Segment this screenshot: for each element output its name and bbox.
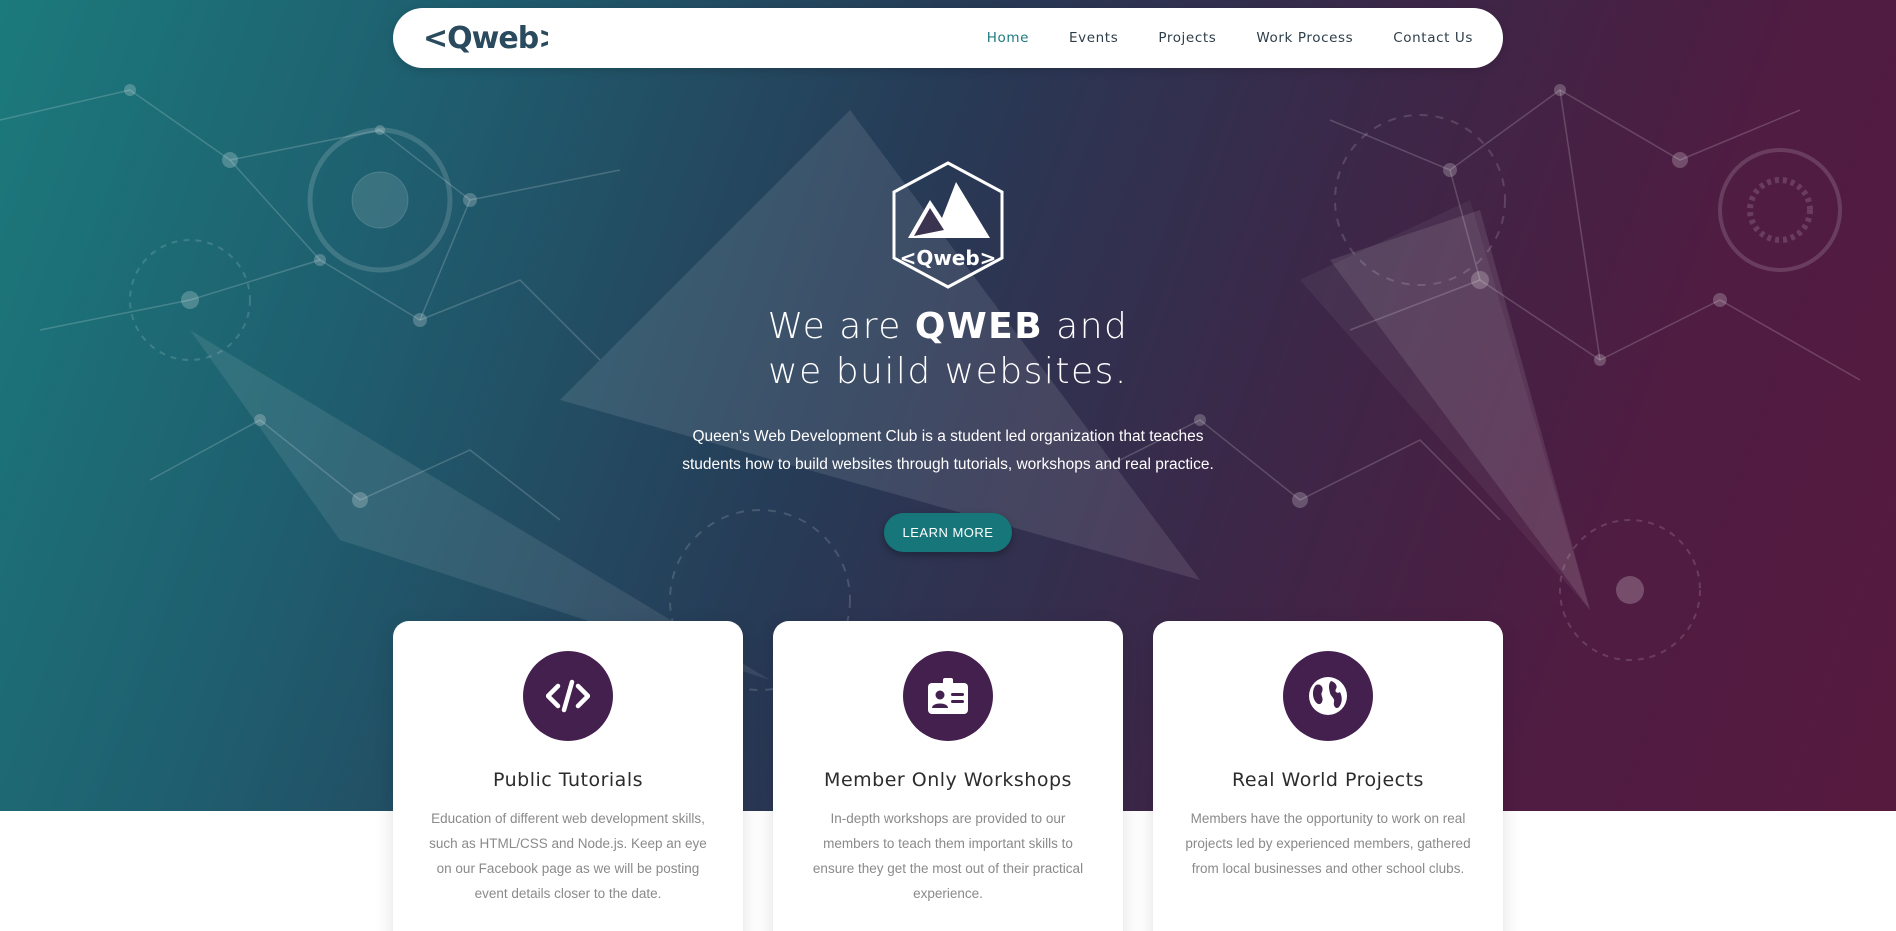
emblem-text: <Qweb> <box>900 246 997 270</box>
feature-card-tutorials: Public Tutorials Education of different … <box>393 621 743 931</box>
id-badge-icon <box>928 678 968 714</box>
feature-card-projects: Real World Projects Members have the opp… <box>1153 621 1503 931</box>
nav-projects-link[interactable]: Projects <box>1158 30 1216 46</box>
card-text: In-depth workshops are provided to our m… <box>812 811 1084 901</box>
hero-title: We are QWEB and we build websites. <box>0 304 1896 394</box>
nav-home-link[interactable]: Home <box>987 30 1029 46</box>
card-icon-circle <box>523 651 613 741</box>
card-title: Member Only Workshops <box>824 769 1072 791</box>
hero-title-suffix: and <box>1043 306 1129 347</box>
hero-description-line2: students how to build websites through t… <box>682 456 1214 473</box>
card-icon-circle <box>1283 651 1373 741</box>
logo-text: <Qweb> <box>423 21 548 55</box>
hero-description: Queen's Web Development Club is a studen… <box>648 423 1248 479</box>
hero-title-line2: we build websites. <box>768 351 1128 392</box>
card-text: Members have the opportunity to work on … <box>1185 811 1471 876</box>
hero-title-prefix: We are <box>767 306 915 347</box>
learn-more-button[interactable]: LEARN MORE <box>884 513 1012 552</box>
nav-links: Home Events Projects Work Process Contac… <box>947 30 1473 46</box>
nav-events-link[interactable]: Events <box>1069 30 1118 46</box>
feature-card-workshops: Member Only Workshops In-depth workshops… <box>773 621 1123 931</box>
nav-work-process-link[interactable]: Work Process <box>1256 30 1353 46</box>
globe-icon <box>1309 677 1347 715</box>
qweb-emblem-icon: <Qweb> <box>892 161 1004 289</box>
card-title: Public Tutorials <box>492 769 644 791</box>
qweb-logo-icon: <Qweb> <box>423 21 548 55</box>
card-icon-circle <box>903 651 993 741</box>
code-icon <box>546 679 590 713</box>
hero-title-brand: QWEB <box>914 306 1044 347</box>
site-logo[interactable]: <Qweb> <box>423 21 548 55</box>
hero-title-line1: We are QWEB and <box>0 304 1896 349</box>
nav-contact-link[interactable]: Contact Us <box>1393 30 1473 46</box>
hero-description-line1: Queen's Web Development Club is a studen… <box>692 428 1204 445</box>
card-title: Real World Projects <box>1232 769 1424 791</box>
card-text: Education of different web development s… <box>429 811 707 901</box>
navbar: <Qweb> Home Events Projects Work Process… <box>393 8 1503 68</box>
